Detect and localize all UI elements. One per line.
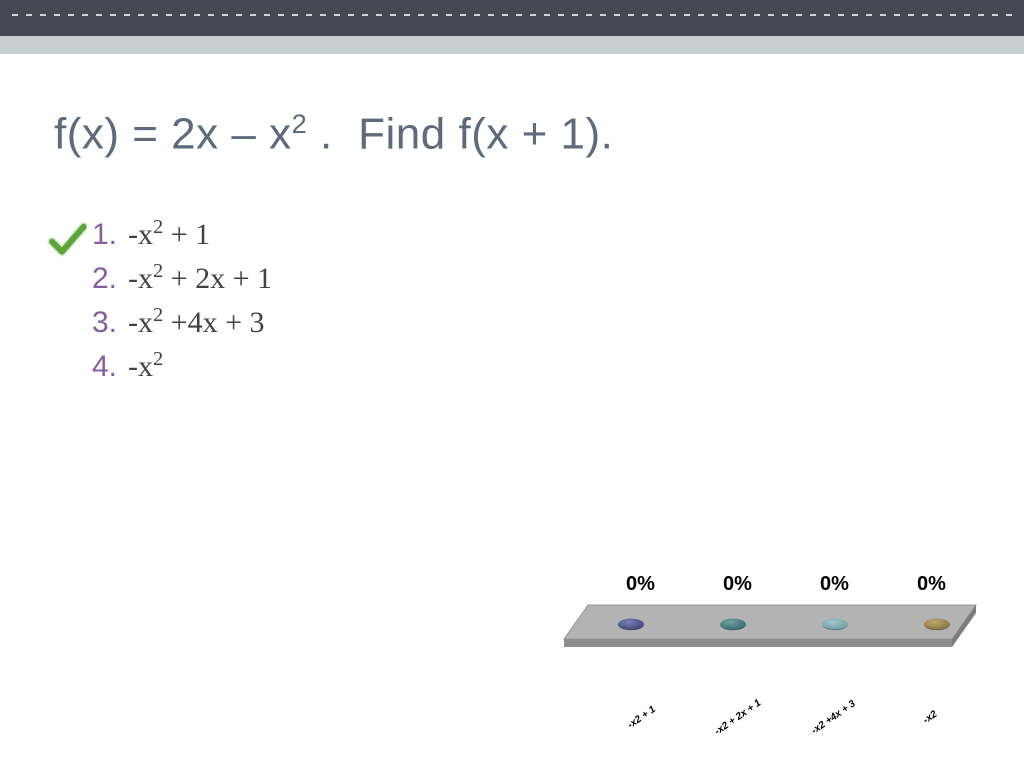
answer-text: -x2 xyxy=(128,348,163,384)
decor-leader-dots xyxy=(12,14,1012,16)
percent-value: 0% xyxy=(592,573,689,596)
answer-text: -x2 + 2x + 1 xyxy=(128,260,272,296)
answer-number: 4. xyxy=(92,350,128,384)
answer-item-4: 4. -x2 xyxy=(92,348,964,384)
slide: f(x) = 2x – x2 . Find f(x + 1). 1. -x2 +… xyxy=(0,0,1024,767)
label-row: -x2 + 1 -x2 + 2x + 1 -x2 +4x + 3 -x2 xyxy=(594,712,978,723)
answer-item-3: 3. -x2 +4x + 3 xyxy=(92,304,964,340)
answer-number: 3. xyxy=(92,306,128,340)
checkmark-icon xyxy=(47,220,87,260)
button-row xyxy=(580,609,988,639)
answer-text: -x2 +4x + 3 xyxy=(128,304,265,340)
slide-title: f(x) = 2x – x2 . Find f(x + 1). xyxy=(54,108,970,160)
decor-bar-light xyxy=(0,36,1024,56)
answer-number: 2. xyxy=(92,262,128,296)
response-widget: 0% 0% 0% 0% -x2 + 1 -x2 + 2x + 1 -x2 +4x… xyxy=(560,573,980,723)
decor-bar-dark xyxy=(0,0,1024,36)
response-label: -x2 +4x + 3 xyxy=(810,698,858,736)
response-button-4[interactable] xyxy=(923,619,951,631)
percent-row: 0% 0% 0% 0% xyxy=(592,573,980,596)
response-label: -x2 + 2x + 1 xyxy=(713,698,763,738)
percent-value: 0% xyxy=(883,573,980,596)
answer-item-1: 1. -x2 + 1 xyxy=(92,216,964,252)
response-button-2[interactable] xyxy=(719,619,747,631)
answer-list: 1. -x2 + 1 2. -x2 + 2x + 1 3. -x2 +4x + … xyxy=(92,216,964,392)
response-label: -x2 + 1 xyxy=(626,704,658,731)
answer-item-2: 2. -x2 + 2x + 1 xyxy=(92,260,964,296)
percent-value: 0% xyxy=(689,573,786,596)
answer-number: 1. xyxy=(92,218,128,252)
response-label: -x2 xyxy=(921,709,939,726)
percent-value: 0% xyxy=(786,573,883,596)
response-button-3[interactable] xyxy=(821,619,849,631)
response-button-1[interactable] xyxy=(617,619,645,631)
answer-text: -x2 + 1 xyxy=(128,216,210,252)
